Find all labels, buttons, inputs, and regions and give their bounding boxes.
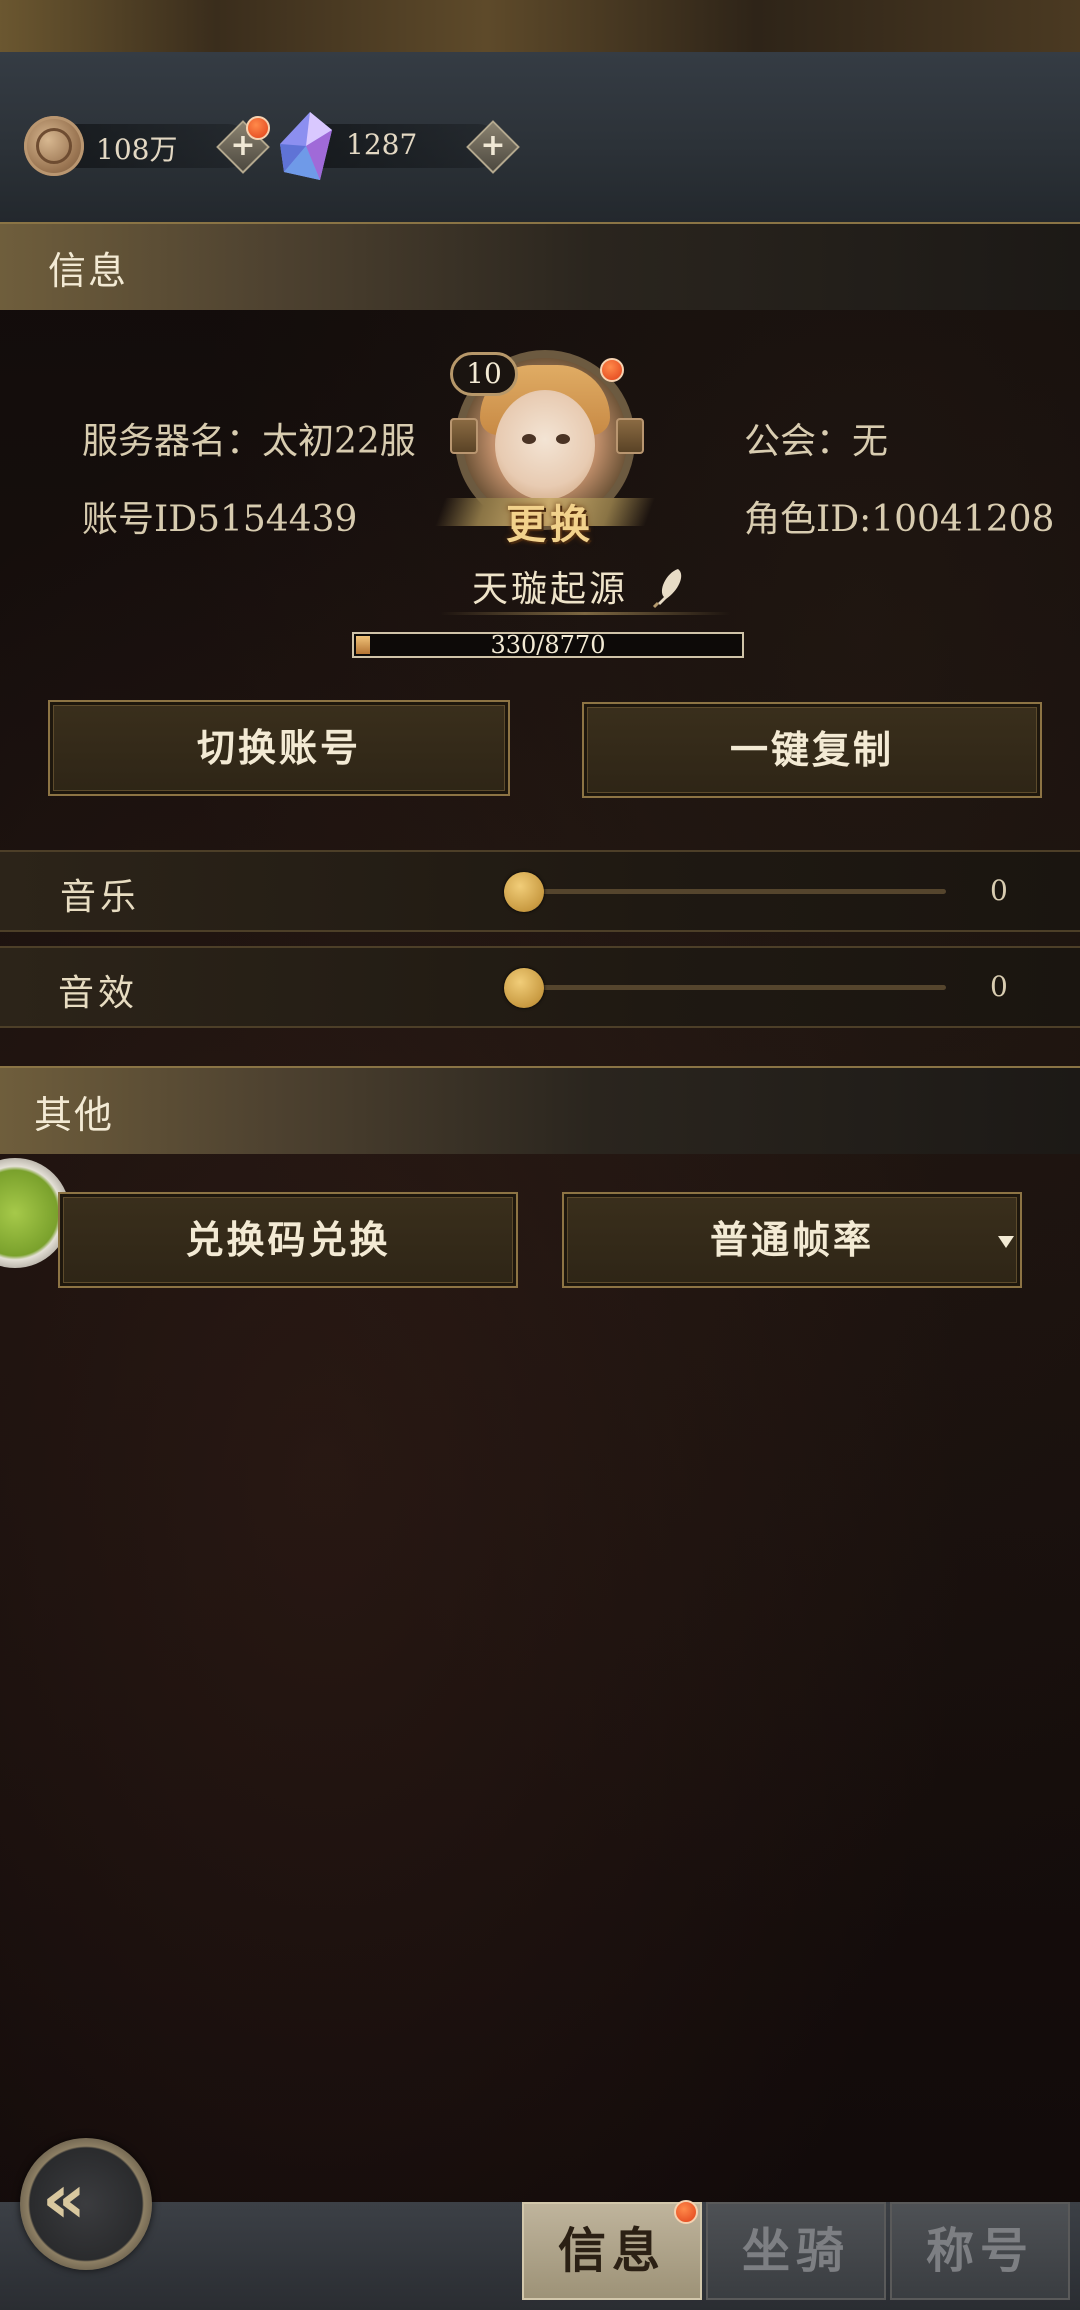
switch-account-button[interactable]: 切换账号	[48, 700, 510, 796]
exp-text: 330/8770	[490, 631, 606, 659]
info-section-header	[0, 222, 1080, 310]
avatar-face	[495, 390, 595, 500]
sfx-value: 0	[990, 970, 1008, 1003]
tab-title-label: 称号	[925, 2223, 1034, 2279]
info-section-title: 信息	[48, 249, 129, 293]
dropdown-arrow-icon	[998, 1236, 1014, 1248]
top-banner-art	[0, 0, 1080, 52]
framerate-selected-value: 普通帧率	[709, 1217, 874, 1262]
role-id: 角色ID:10041208	[744, 499, 1055, 540]
tab-title[interactable]: 称号	[890, 2202, 1070, 2300]
account-id: 账号ID5154439	[82, 499, 358, 540]
sfx-slider-track[interactable]	[520, 985, 946, 990]
other-section-title: 其他	[34, 1093, 115, 1137]
nickname-underline	[440, 612, 730, 615]
sfx-label: 音效	[58, 973, 139, 1014]
change-avatar-button[interactable]: 更换	[480, 492, 620, 550]
music-slider-thumb[interactable]	[504, 872, 544, 912]
avatar-eye	[522, 434, 536, 444]
plus-icon: +	[480, 128, 506, 163]
guild-name: 公会：无	[744, 421, 889, 462]
notification-dot	[674, 2200, 698, 2224]
coin-icon-inner	[36, 128, 72, 164]
player-nickname: 天璇起源	[471, 569, 628, 610]
crystal-icon	[280, 112, 332, 180]
level-badge: 10	[450, 352, 518, 396]
coin-amount: 108万	[96, 133, 178, 166]
other-section-header	[0, 1066, 1080, 1154]
copy-info-label: 一键复制	[729, 727, 894, 772]
framerate-select[interactable]: 普通帧率	[562, 1192, 1022, 1288]
notification-dot	[600, 358, 624, 382]
back-chevron-icon: «	[42, 2160, 86, 2239]
avatar-eye	[556, 434, 570, 444]
copy-info-button[interactable]: 一键复制	[582, 702, 1042, 798]
back-button[interactable]: «	[20, 2138, 152, 2270]
music-slider-track[interactable]	[520, 889, 946, 894]
edit-name-icon[interactable]	[648, 565, 688, 609]
tab-mount[interactable]: 坐骑	[706, 2202, 886, 2300]
music-value: 0	[990, 874, 1008, 907]
sfx-slider-thumb[interactable]	[504, 968, 544, 1008]
tab-mount-label: 坐骑	[741, 2223, 850, 2279]
switch-account-label: 切换账号	[196, 725, 361, 770]
music-label: 音乐	[60, 877, 141, 918]
tab-info-label: 信息	[557, 2223, 666, 2279]
server-name: 服务器名：太初22服	[82, 421, 416, 462]
avatar-ornament-left	[450, 418, 478, 454]
redeem-code-button[interactable]: 兑换码兑换	[58, 1192, 518, 1288]
avatar-ornament-right	[616, 418, 644, 454]
notification-dot	[246, 116, 270, 140]
redeem-code-label: 兑换码兑换	[185, 1217, 391, 1262]
crystal-amount: 1287	[346, 128, 418, 161]
